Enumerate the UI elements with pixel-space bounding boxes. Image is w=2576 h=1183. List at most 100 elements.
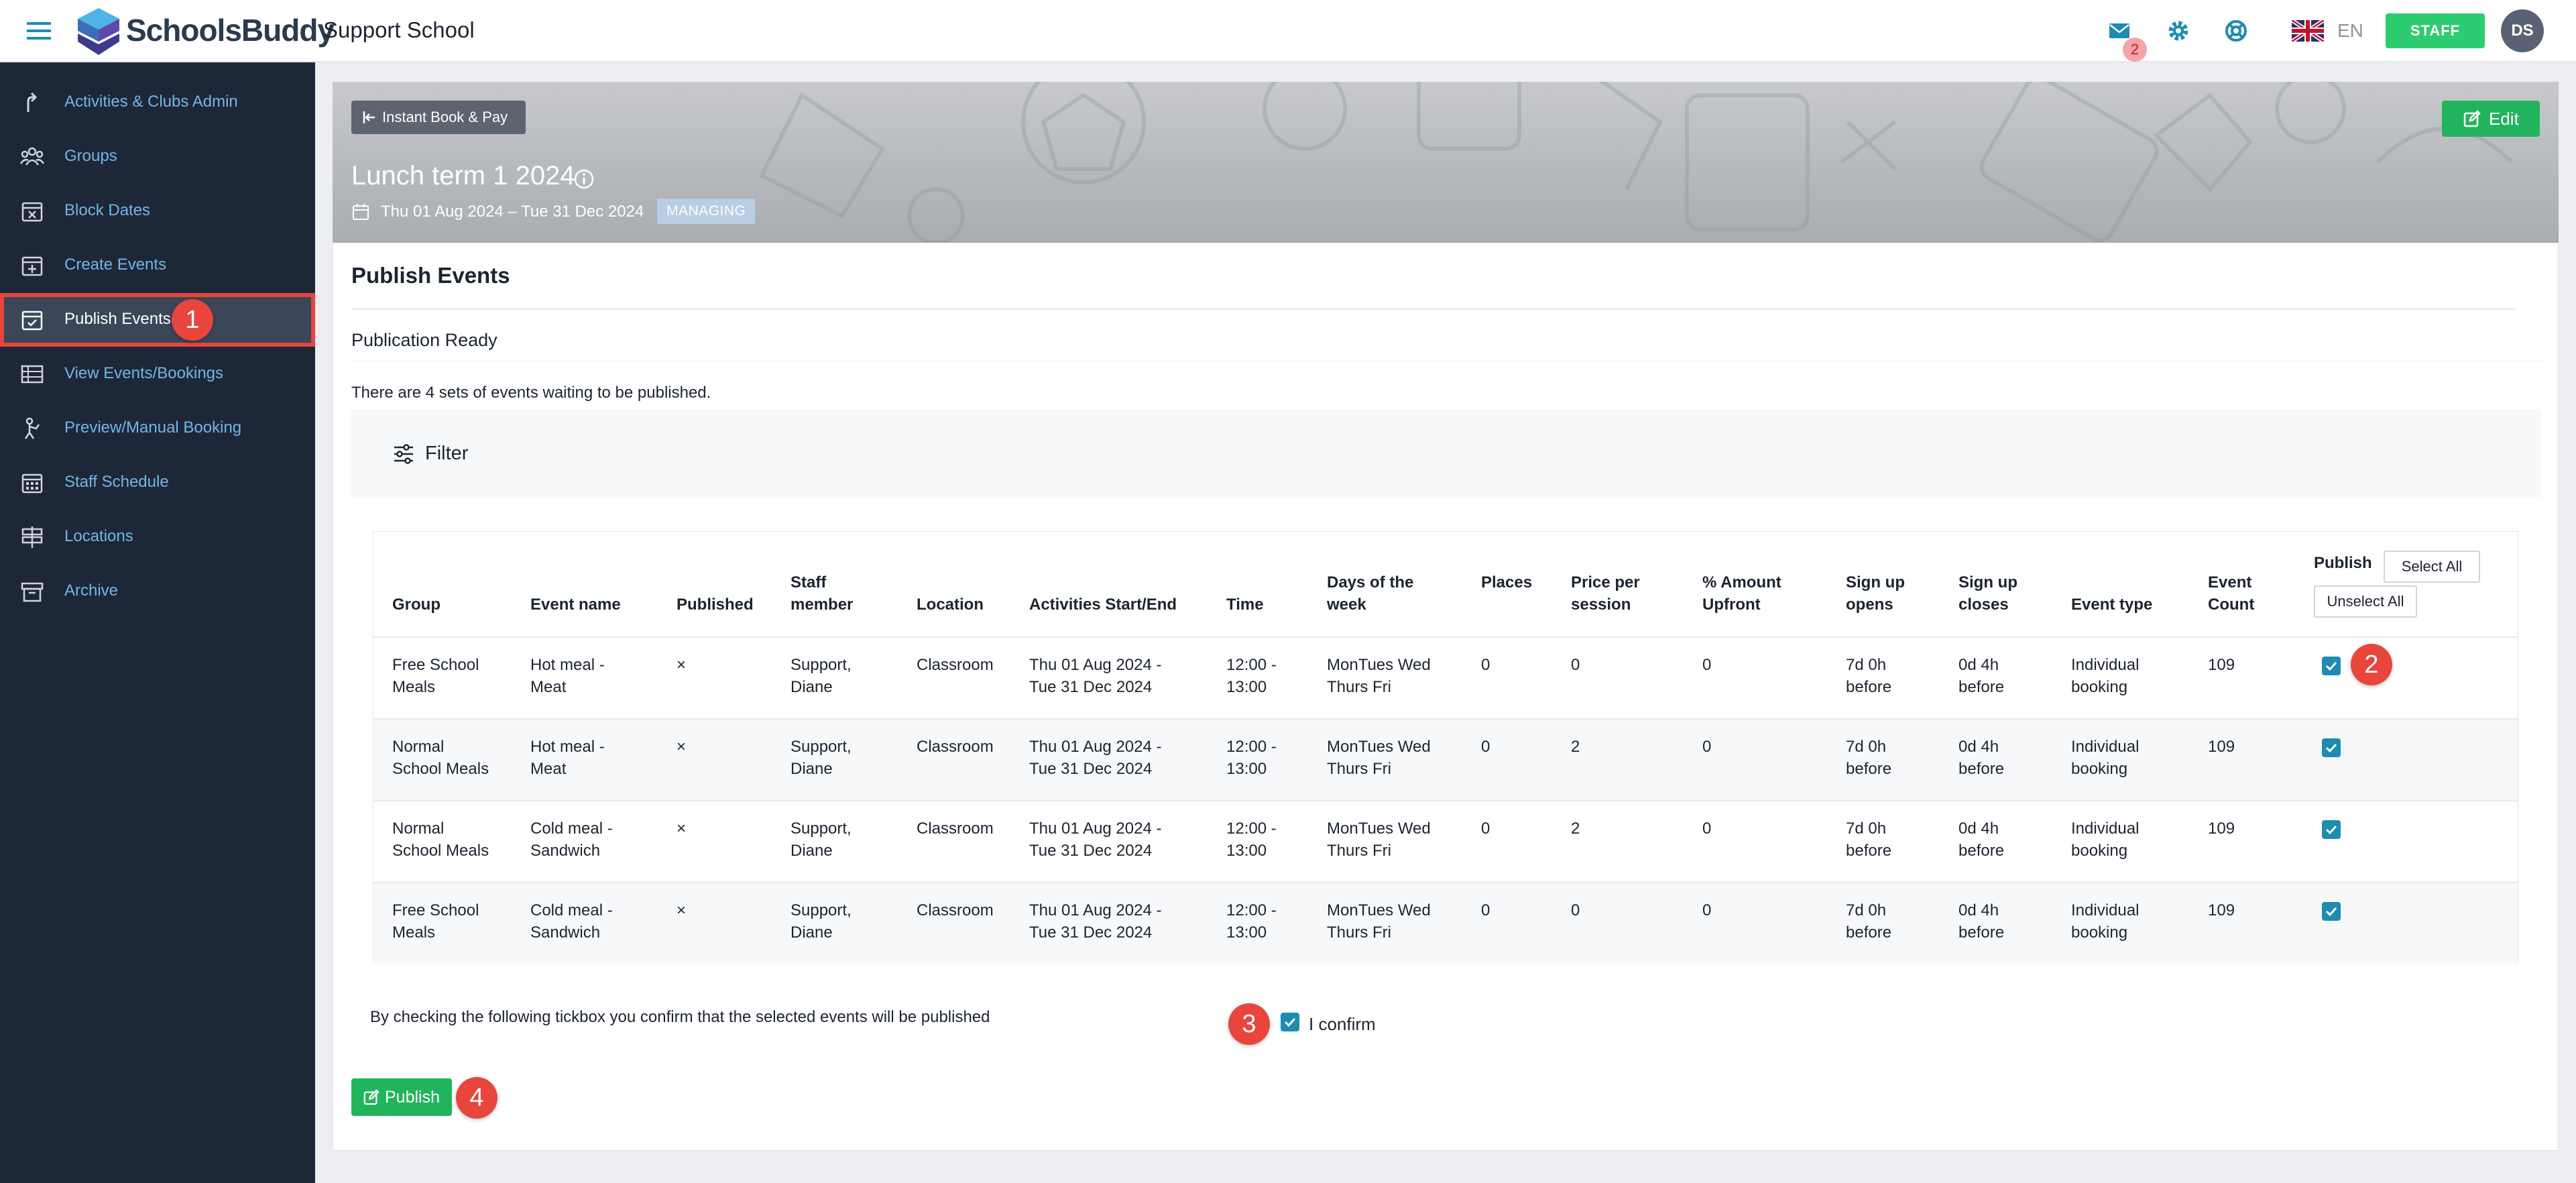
back-to-instant-book-button[interactable]: Instant Book & Pay [351, 101, 526, 134]
cell-signup-opens-line1: 7d 0h [1846, 901, 1887, 919]
sidebar-item-publish-events[interactable]: Publish Events [0, 293, 315, 347]
cell-location: Classroom [917, 901, 994, 919]
cell-time-line2: 13:00 [1226, 842, 1267, 860]
arrow-up-icon [27, 92, 38, 112]
menu-icon[interactable] [25, 17, 52, 44]
event-date-range: Thu 01 Aug 2024 – Tue 31 Dec 2024 [381, 203, 644, 221]
sidebar-item-locations[interactable]: Locations [0, 510, 315, 564]
column-header-closes-line2: closes [1958, 596, 2009, 614]
sidebar-item-label: Locations [64, 527, 133, 545]
edit-button-label: Edit [2489, 108, 2519, 129]
language-selector[interactable]: EN [2292, 19, 2363, 43]
cell-activities-line2: Tue 31 Dec 2024 [1029, 842, 1153, 860]
calendar-grid-icon [21, 473, 43, 494]
help-icon[interactable] [2223, 18, 2249, 44]
cell-event-name-line1: Cold meal - [530, 901, 613, 919]
cell-price: 2 [1571, 820, 1580, 838]
column-header-time: Time [1226, 596, 1264, 614]
staff-role-button[interactable]: STAFF [2386, 13, 2485, 48]
avatar[interactable]: DS [2501, 9, 2544, 52]
sidebar-item-label: Groups [64, 147, 117, 165]
sidebar-item-archive[interactable]: Archive [0, 565, 315, 618]
cell-staff-line2: Diane [791, 760, 833, 778]
sidebar-item-view-events-bookings[interactable]: View Events/Bookings [0, 347, 315, 401]
checkmark-icon [1284, 1017, 1296, 1027]
publish-button[interactable]: Publish [351, 1078, 452, 1116]
cell-group-line1: Free School [392, 656, 479, 674]
publish-checkbox[interactable] [2322, 738, 2341, 757]
cell-staff-line1: Support, [791, 820, 852, 838]
step-marker: 4 [456, 1077, 497, 1119]
cell-location: Classroom [917, 656, 994, 674]
info-icon[interactable] [573, 168, 595, 190]
cell-event-name-line1: Hot meal - [530, 656, 605, 674]
cell-location: Classroom [917, 820, 994, 838]
cell-event-name-line2: Meat [530, 760, 567, 778]
column-header-opens-line2: opens [1846, 596, 1893, 614]
cell-upfront: 0 [1702, 901, 1712, 919]
brand-name[interactable]: SchoolsBuddy [126, 12, 335, 48]
cell-days-line2: Thurs Fri [1327, 760, 1391, 778]
events-table: Group Event name Published Staff member … [373, 531, 2518, 964]
cell-places: 0 [1481, 901, 1490, 919]
sidebar-item-label: Create Events [64, 256, 167, 274]
column-header-staff-line1: Staff [791, 573, 827, 592]
column-header-price-line1: Price per [1571, 573, 1640, 592]
cell-staff-line2: Diane [791, 678, 833, 696]
cell-price: 2 [1571, 738, 1580, 756]
edit-button[interactable]: Edit [2442, 101, 2540, 137]
cell-days-line1: MonTues Wed [1327, 820, 1431, 838]
sidebar-item-groups[interactable]: Groups [0, 130, 315, 184]
cell-signup-opens-line2: before [1846, 923, 1892, 942]
sidebar-item-label: Preview/Manual Booking [64, 418, 242, 437]
filter-sliders-icon [394, 444, 413, 464]
cell-upfront: 0 [1702, 738, 1712, 756]
cell-event-name-line1: Hot meal - [530, 738, 605, 756]
sidebar-item-block-dates[interactable]: Block Dates [0, 184, 315, 238]
mail-count-badge: 2 [2123, 38, 2147, 62]
back-arrow-icon [363, 111, 375, 123]
cell-signup-opens-line1: 7d 0h [1846, 656, 1887, 674]
publish-checkbox[interactable] [2322, 657, 2341, 675]
cell-signup-closes-line1: 0d 4h [1958, 901, 1999, 919]
publish-checkbox[interactable] [2322, 902, 2341, 921]
column-header-group: Group [392, 596, 441, 614]
cell-time-line2: 13:00 [1226, 760, 1267, 778]
sidebar-item-staff-schedule[interactable]: Staff Schedule [0, 456, 315, 510]
sidebar-item-label: Block Dates [64, 201, 151, 219]
sidebar-item-create-events[interactable]: Create Events [0, 239, 315, 292]
cell-signup-opens-line2: before [1846, 842, 1892, 860]
person-icon [24, 417, 40, 439]
select-all-button[interactable]: Select All [2384, 551, 2480, 583]
filter-panel[interactable]: Filter [351, 409, 2541, 498]
column-header-opens-line1: Sign up [1846, 573, 1905, 592]
confirm-label: I confirm [1309, 1014, 1376, 1034]
sidebar-item-label: Publish Events [64, 310, 171, 328]
publish-button-label: Publish [385, 1087, 440, 1107]
cell-event-type-line1: Individual [2071, 901, 2140, 919]
cell-activities-line1: Thu 01 Aug 2024 - [1029, 820, 1162, 838]
gear-icon[interactable] [2166, 18, 2191, 44]
archive-icon [21, 582, 44, 602]
cell-places: 0 [1481, 656, 1490, 674]
publish-checkbox[interactable] [2322, 820, 2341, 839]
users-icon [20, 147, 44, 166]
column-header-activities: Activities Start/End [1029, 596, 1177, 614]
filter-label: Filter [425, 443, 469, 464]
cell-signup-opens-line2: before [1846, 760, 1892, 778]
sidebar-item-activities-clubs-admin[interactable]: Activities & Clubs Admin [0, 76, 315, 129]
cell-signup-opens-line2: before [1846, 678, 1892, 696]
sidebar-item-label: Archive [64, 581, 119, 600]
confirm-checkbox[interactable] [1281, 1013, 1299, 1031]
cell-staff-line1: Support, [791, 901, 852, 919]
cell-group-line1: Free School [392, 901, 479, 919]
cell-time-line2: 13:00 [1226, 923, 1267, 942]
sidebar-item-preview-manual-booking[interactable]: Preview/Manual Booking [0, 402, 315, 455]
cell-days-line1: MonTues Wed [1327, 901, 1431, 919]
unselect-all-button[interactable]: Unselect All [2314, 585, 2417, 618]
cell-event-type-line1: Individual [2071, 656, 2140, 674]
calendar-check-icon [21, 311, 43, 331]
column-header-count-line1: Event [2208, 573, 2252, 592]
logo-icon[interactable] [75, 7, 122, 56]
event-banner: Instant Book & Pay Edit Lunch term 1 202… [333, 82, 2559, 243]
